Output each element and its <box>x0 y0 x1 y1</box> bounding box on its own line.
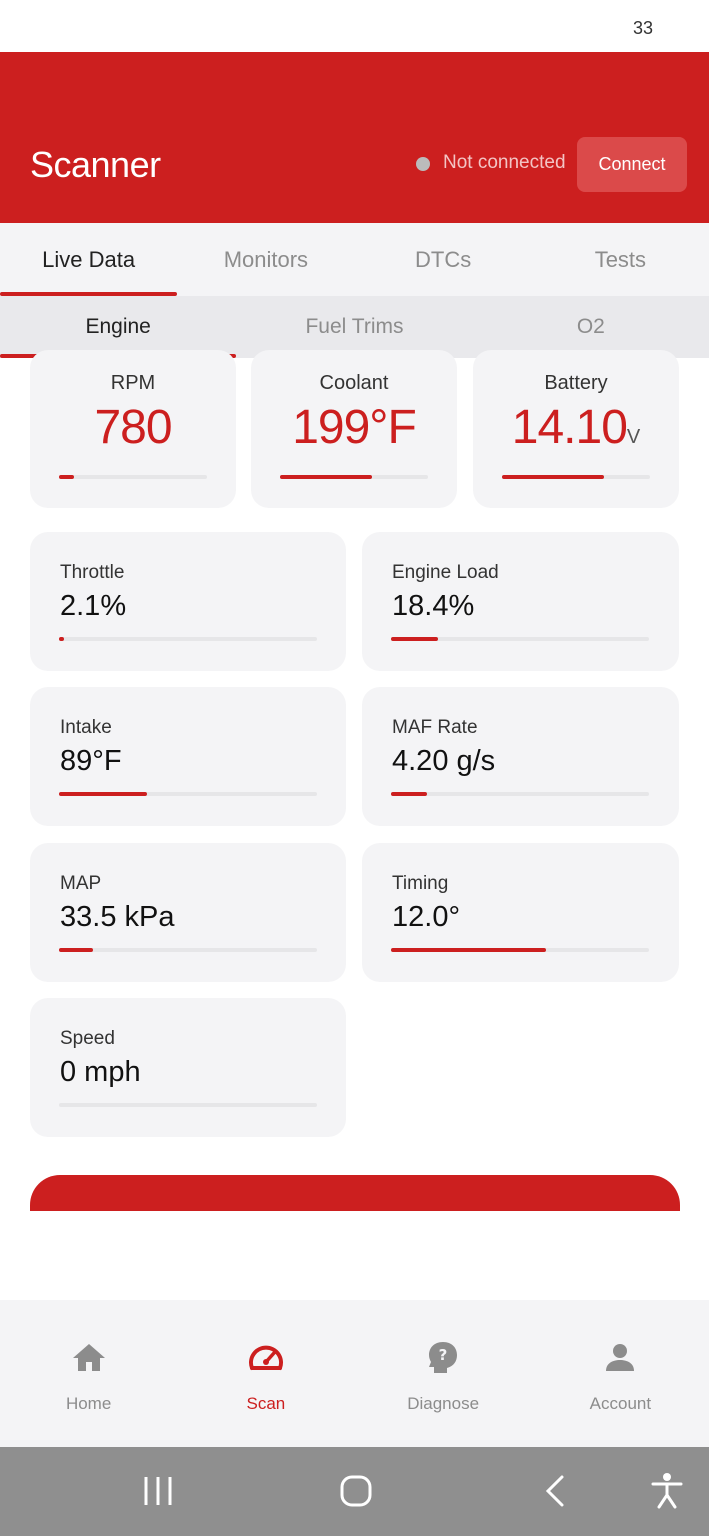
intake-bar <box>59 792 317 796</box>
tab-dtcs[interactable]: DTCs <box>355 223 532 296</box>
maf-rate-bar <box>391 792 649 796</box>
timing-card: Timing 12.0° <box>362 843 679 982</box>
engine-load-card: Engine Load 18.4% <box>362 532 679 671</box>
status-clock: 33 <box>632 18 653 38</box>
subtab-engine[interactable]: Engine <box>0 296 237 358</box>
person-icon <box>606 1344 635 1371</box>
tab-monitors[interactable]: Monitors <box>177 223 354 296</box>
intake-value: 89°F <box>60 745 122 777</box>
battery-bar-fill <box>502 475 605 479</box>
subtab-fuel-trims[interactable]: Fuel Trims <box>236 296 472 358</box>
page-title: Scanner <box>30 144 161 185</box>
tab-tests[interactable]: Tests <box>532 223 709 296</box>
map-card: MAP 33.5 kPa <box>30 843 346 982</box>
intake-bar-fill <box>59 792 147 796</box>
maf-rate-bar-fill <box>391 792 428 796</box>
coolant-bar <box>280 475 428 479</box>
nav-home-label: Home <box>65 1394 112 1413</box>
speedometer-icon <box>248 1345 283 1370</box>
speed-label: Speed <box>60 1028 115 1049</box>
maf-rate-card: MAF Rate 4.20 g/s <box>362 687 679 826</box>
battery-card: Battery 14.10V <box>473 350 679 508</box>
action-button[interactable] <box>30 1175 680 1211</box>
battery-label: Battery <box>544 372 608 394</box>
timing-value: 12.0° <box>392 901 461 933</box>
battery-unit: V <box>626 426 641 448</box>
coolant-value: 199°F <box>292 401 417 454</box>
bottom-nav: Home Scan ? Diagnose Account <box>0 1300 709 1447</box>
connection-status-text: Not connected <box>443 152 566 173</box>
intake-card: Intake 89°F <box>30 687 346 826</box>
engine-load-value: 18.4% <box>392 590 475 622</box>
coolant-bar-fill <box>280 475 372 479</box>
engine-load-bar <box>391 637 649 641</box>
coolant-label: Coolant <box>319 372 389 394</box>
speed-value: 0 mph <box>60 1056 141 1088</box>
rpm-card: RPM 780 <box>30 350 236 508</box>
nav-scan[interactable]: Scan <box>177 1300 354 1447</box>
connect-button[interactable]: Connect <box>577 137 687 192</box>
throttle-bar-fill <box>59 637 65 641</box>
throttle-label: Throttle <box>60 562 125 583</box>
map-bar-fill <box>59 948 93 952</box>
recent-apps-icon[interactable] <box>136 1469 180 1513</box>
throttle-card: Throttle 2.1% <box>30 532 346 671</box>
rpm-label: RPM <box>110 372 156 394</box>
map-value: 33.5 kPa <box>60 901 175 933</box>
speed-bar <box>59 1103 317 1107</box>
maf-rate-value: 4.20 g/s <box>392 745 496 777</box>
nav-scan-label: Scan <box>246 1394 286 1413</box>
map-label: MAP <box>60 873 102 894</box>
system-nav-bar <box>0 1447 709 1536</box>
engine-load-bar-fill <box>391 637 439 641</box>
question-head-icon: ? <box>429 1342 458 1373</box>
rpm-bar <box>59 475 207 479</box>
engine-load-label: Engine Load <box>392 562 499 583</box>
nav-home[interactable]: Home <box>0 1300 177 1447</box>
connection-status-dot <box>416 157 430 171</box>
timing-label: Timing <box>392 873 449 894</box>
accessibility-icon[interactable] <box>645 1469 689 1513</box>
map-bar <box>59 948 317 952</box>
timing-bar-fill <box>391 948 546 952</box>
svg-text:?: ? <box>439 1346 448 1364</box>
home-button-icon[interactable] <box>334 1469 378 1513</box>
app-header: Scanner Not connected Connect <box>0 52 709 223</box>
throttle-bar <box>59 637 317 641</box>
status-bar: 33 <box>0 0 709 52</box>
main-tabs: Live Data Monitors DTCs Tests <box>0 223 709 296</box>
subtab-o2[interactable]: O2 <box>473 296 709 358</box>
rpm-value: 780 <box>94 401 172 454</box>
back-icon[interactable] <box>534 1469 578 1513</box>
intake-label: Intake <box>60 717 112 738</box>
rpm-bar-fill <box>59 475 74 479</box>
nav-account[interactable]: Account <box>532 1300 709 1447</box>
maf-rate-label: MAF Rate <box>392 717 478 738</box>
speed-card: Speed 0 mph <box>30 998 346 1137</box>
throttle-value: 2.1% <box>60 590 127 622</box>
nav-diagnose-label: Diagnose <box>407 1394 480 1413</box>
coolant-card: Coolant 199°F <box>251 350 457 508</box>
home-icon <box>72 1344 105 1371</box>
battery-bar <box>502 475 650 479</box>
timing-bar <box>391 948 649 952</box>
tab-live-data[interactable]: Live Data <box>0 223 178 296</box>
nav-diagnose[interactable]: ? Diagnose <box>355 1300 532 1447</box>
battery-value: 14.10V <box>511 401 641 454</box>
sub-tabs: Engine Fuel Trims O2 <box>0 296 709 358</box>
nav-account-label: Account <box>589 1394 652 1413</box>
